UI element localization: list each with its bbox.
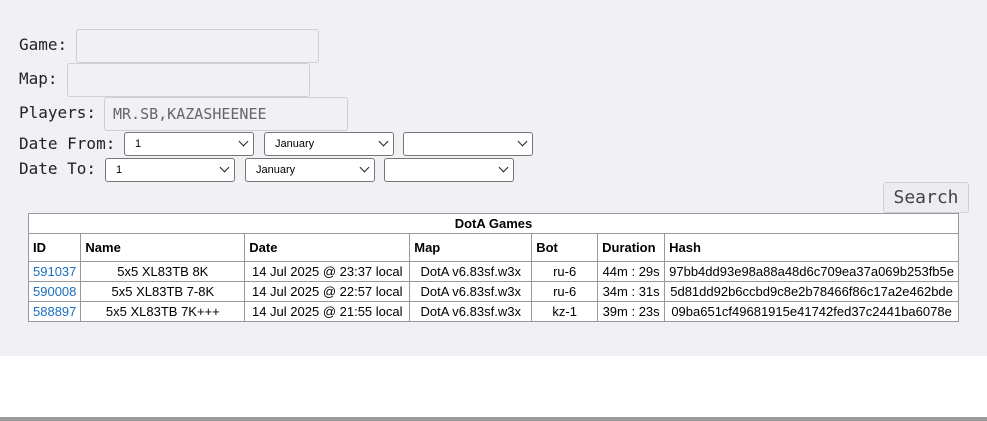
cell-hash: 09ba651cf49681915e41742fed37c2441ba6078e [664, 301, 959, 322]
cell-map: DotA v6.83sf.w3x [409, 261, 533, 282]
cell-id: 591037 [27, 261, 82, 282]
game-label: Game: [19, 35, 68, 54]
chevron-down-icon [378, 136, 389, 147]
cell-name: 5x5 XL83TB 7-8K [80, 281, 246, 302]
players-input[interactable]: MR.SB,KAZASHEENEE [104, 97, 348, 131]
chevron-down-icon [238, 136, 249, 147]
cell-bot: kz-1 [531, 301, 599, 322]
game-id-link[interactable]: 588897 [33, 304, 76, 319]
date-from-month-select[interactable]: January [264, 132, 394, 156]
table-caption-row: DotA Games [28, 213, 959, 234]
table-row: 588897 5x5 XL83TB 7K+++ 14 Jul 2025 @ 21… [27, 301, 959, 322]
map-label: Map: [19, 69, 58, 88]
date-to-year-select[interactable] [384, 158, 514, 182]
cell-name: 5x5 XL83TB 7K+++ [80, 301, 246, 322]
table-header-row: ID Name Date Map Bot Duration Hash [27, 233, 959, 262]
cell-duration: 44m : 29s [597, 261, 666, 282]
table-caption: DotA Games [28, 213, 959, 234]
bottom-divider [0, 417, 987, 421]
date-to-day-value: 1 [116, 164, 123, 176]
cell-hash: 5d81dd92b6ccbd9c8e2b78466f86c17a2e462bde [664, 281, 959, 302]
cell-duration: 34m : 31s [597, 281, 666, 302]
date-from-label: Date From: [19, 134, 116, 153]
cell-map: DotA v6.83sf.w3x [409, 301, 533, 322]
table-row: 591037 5x5 XL83TB 8K 14 Jul 2025 @ 23:37… [27, 261, 959, 282]
date-from-day-value: 1 [135, 138, 142, 150]
column-header-duration: Duration [597, 233, 666, 262]
cell-hash: 97bb4dd93e98a88a48d6c709ea37a069b253fb5e [664, 261, 959, 282]
chevron-down-icon [517, 136, 528, 147]
column-header-bot: Bot [531, 233, 599, 262]
map-input[interactable] [67, 63, 310, 97]
cell-id: 588897 [27, 301, 82, 322]
column-header-hash: Hash [664, 233, 959, 262]
date-to-day-select[interactable]: 1 [105, 158, 235, 182]
date-to-month-select[interactable]: January [245, 158, 375, 182]
cell-name: 5x5 XL83TB 8K [80, 261, 246, 282]
cell-date: 14 Jul 2025 @ 23:37 local [244, 261, 411, 282]
date-from-month-value: January [275, 138, 315, 150]
date-to-month-value: January [256, 164, 296, 176]
cell-map: DotA v6.83sf.w3x [409, 281, 533, 302]
chevron-down-icon [359, 162, 370, 173]
chevron-down-icon [219, 162, 230, 173]
date-to-label: Date To: [19, 159, 97, 178]
date-from-year-select[interactable] [403, 132, 533, 156]
players-label: Players: [19, 103, 97, 122]
cell-duration: 39m : 23s [597, 301, 666, 322]
cell-bot: ru-6 [531, 261, 599, 282]
cell-bot: ru-6 [531, 281, 599, 302]
game-input[interactable] [76, 29, 319, 63]
chevron-down-icon [498, 162, 509, 173]
cell-id: 590008 [27, 281, 82, 302]
column-header-name: Name [80, 233, 246, 262]
column-header-date: Date [244, 233, 411, 262]
game-id-link[interactable]: 591037 [33, 264, 76, 279]
search-button[interactable]: Search [883, 182, 969, 213]
column-header-map: Map [409, 233, 533, 262]
cell-date: 14 Jul 2025 @ 21:55 local [244, 301, 411, 322]
games-table: DotA Games ID Name Date Map Bot Duration… [27, 213, 959, 322]
table-row: 590008 5x5 XL83TB 7-8K 14 Jul 2025 @ 22:… [27, 281, 959, 302]
date-from-day-select[interactable]: 1 [124, 132, 254, 156]
cell-date: 14 Jul 2025 @ 22:57 local [244, 281, 411, 302]
column-header-id: ID [27, 233, 82, 262]
game-id-link[interactable]: 590008 [33, 284, 76, 299]
search-panel: Game: Map: Players: MR.SB,KAZASHEENEE Da… [0, 0, 987, 356]
